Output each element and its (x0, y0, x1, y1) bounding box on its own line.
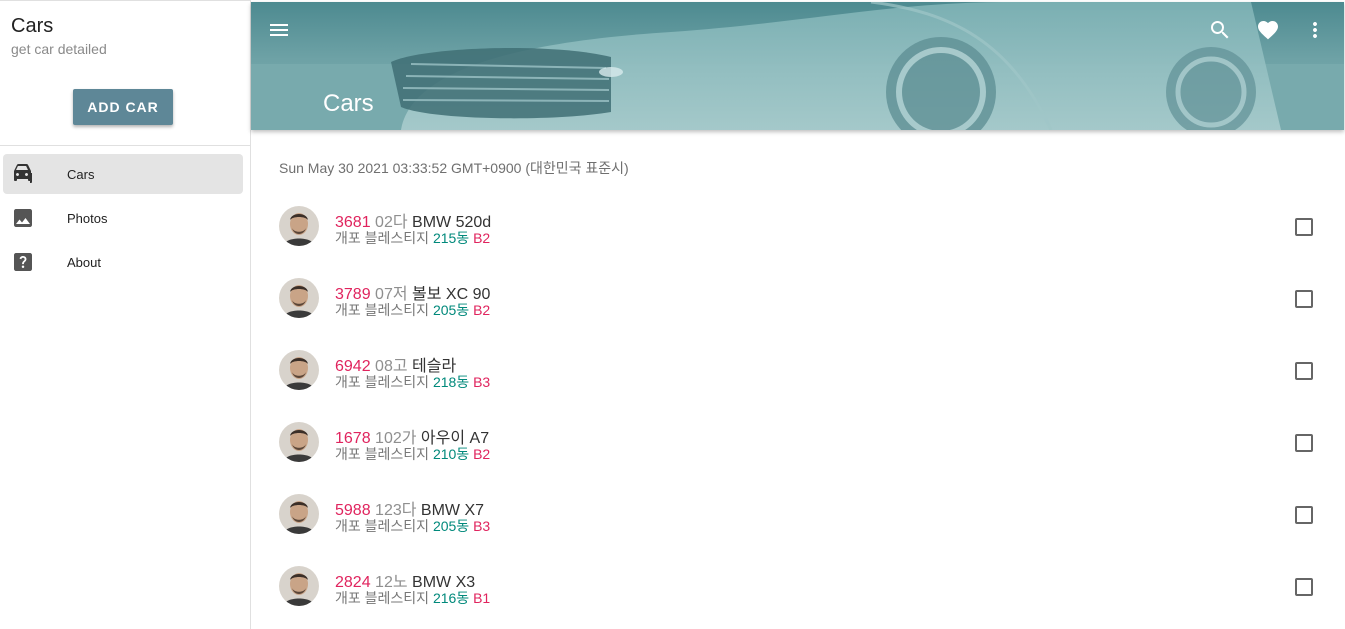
header-title: Cars (323, 90, 374, 117)
parking-level: B3 (473, 374, 491, 390)
sidebar: Cars get car detailed ADD CAR Cars Photo… (0, 0, 251, 629)
list-item[interactable]: 3681 02다 BMW 520d 개포 블레스티지 215동 B2 (251, 190, 1344, 262)
menu-icon[interactable] (267, 18, 291, 42)
sidebar-item-label: About (67, 255, 101, 270)
sidebar-item-label: Photos (67, 211, 108, 226)
apartment-name: 개포 블레스티지 (335, 302, 430, 318)
parking-level: B2 (473, 446, 491, 462)
car-location: 개포 블레스티지 216동 B1 (335, 588, 490, 608)
list-item[interactable]: 6942 08고 테슬라 개포 블레스티지 218동 B3 (251, 334, 1344, 406)
car-icon (11, 162, 35, 186)
heart-icon[interactable] (1256, 18, 1280, 42)
sidebar-item-label: Cars (67, 167, 95, 182)
app-root: Cars get car detailed ADD CAR Cars Photo… (0, 0, 1345, 629)
car-checkbox[interactable] (1295, 218, 1313, 236)
sidebar-divider (0, 145, 250, 146)
parking-level: B1 (473, 590, 491, 606)
help-icon (11, 250, 35, 274)
app-subtitle: get car detailed (11, 41, 107, 57)
sidebar-item-cars[interactable]: Cars (3, 154, 243, 194)
car-location: 개포 블레스티지 210동 B2 (335, 444, 490, 464)
avatar (279, 422, 319, 462)
avatar (279, 566, 319, 606)
building-dong: 216동 (432, 590, 470, 606)
photo-icon (11, 206, 35, 230)
car-location: 개포 블레스티지 205동 B2 (335, 300, 490, 320)
avatar (279, 278, 319, 318)
sidebar-item-about[interactable]: About (3, 242, 243, 282)
avatar (279, 350, 319, 390)
building-dong: 210동 (432, 446, 470, 462)
list-item[interactable]: 2824 12노 BMW X3 개포 블레스티지 216동 B1 (251, 550, 1344, 622)
apartment-name: 개포 블레스티지 (335, 446, 430, 462)
car-location: 개포 블레스티지 215동 B2 (335, 228, 490, 248)
header-car-image (251, 2, 1344, 130)
apartment-name: 개포 블레스티지 (335, 518, 430, 534)
car-checkbox[interactable] (1295, 362, 1313, 380)
building-dong: 218동 (432, 374, 470, 390)
avatar (279, 494, 319, 534)
parking-level: B2 (473, 302, 491, 318)
list-item[interactable]: 3789 07저 볼보 XC 90 개포 블레스티지 205동 B2 (251, 262, 1344, 334)
parking-level: B3 (473, 518, 491, 534)
building-dong: 205동 (432, 302, 470, 318)
car-location: 개포 블레스티지 205동 B3 (335, 516, 490, 536)
avatar (279, 206, 319, 246)
app-title: Cars (11, 15, 54, 37)
sidebar-nav: Cars Photos About (3, 154, 243, 286)
building-dong: 215동 (432, 230, 470, 246)
sidebar-item-photos[interactable]: Photos (3, 198, 243, 238)
building-dong: 205동 (432, 518, 470, 534)
car-checkbox[interactable] (1295, 290, 1313, 308)
car-checkbox[interactable] (1295, 578, 1313, 596)
add-car-button[interactable]: ADD CAR (73, 89, 173, 125)
more-vert-icon[interactable] (1303, 18, 1327, 42)
car-list: 3681 02다 BMW 520d 개포 블레스티지 215동 B2 3789 … (251, 190, 1344, 622)
app-header: Cars (251, 2, 1344, 130)
car-checkbox[interactable] (1295, 506, 1313, 524)
apartment-name: 개포 블레스티지 (335, 230, 430, 246)
apartment-name: 개포 블레스티지 (335, 374, 430, 390)
apartment-name: 개포 블레스티지 (335, 590, 430, 606)
list-item[interactable]: 5988 123다 BMW X7 개포 블레스티지 205동 B3 (251, 478, 1344, 550)
list-item[interactable]: 1678 102가 아우이 A7 개포 블레스티지 210동 B2 (251, 406, 1344, 478)
car-location: 개포 블레스티지 218동 B3 (335, 372, 490, 392)
search-icon[interactable] (1208, 18, 1232, 42)
car-checkbox[interactable] (1295, 434, 1313, 452)
current-date: Sun May 30 2021 03:33:52 GMT+0900 (대한민국 … (279, 160, 629, 176)
parking-level: B2 (473, 230, 491, 246)
